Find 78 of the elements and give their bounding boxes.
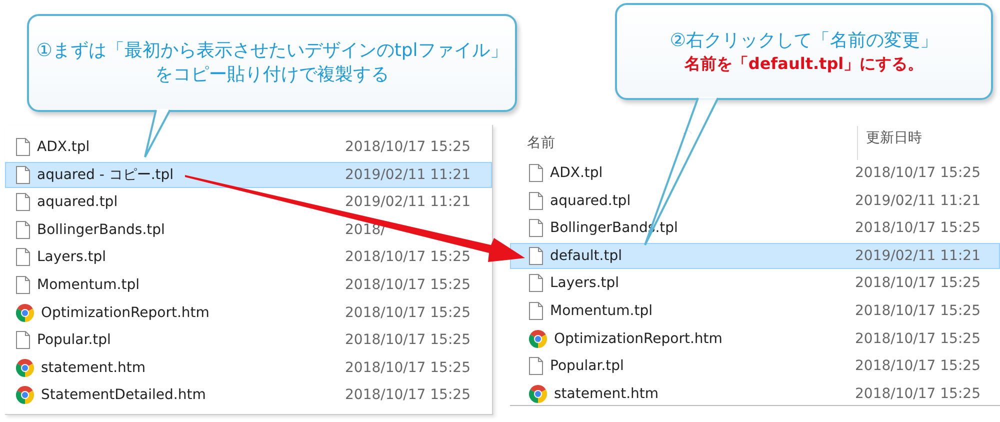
file-name: BollingerBands.tpl bbox=[37, 222, 166, 238]
modified-date: 2018/10/17 15:25 bbox=[345, 276, 470, 293]
column-header[interactable]: 更新日時 bbox=[857, 126, 922, 160]
file-row[interactable]: OptimizationReport.htm 2018/10/17 15:25 bbox=[5, 300, 492, 326]
file-row[interactable]: default.tpl 2019/02/11 11:21 bbox=[510, 242, 1000, 269]
modified-date: 2018/10/17 15:25 bbox=[345, 139, 470, 155]
document-icon bbox=[529, 219, 543, 238]
modified-date: 2019/02/11 11:21 bbox=[855, 192, 980, 209]
file-row[interactable]: ADX.tpl 2018/10/17 15:25 bbox=[510, 160, 1000, 186]
document-icon bbox=[529, 274, 543, 292]
file-name: OptimizationReport.htm bbox=[41, 304, 210, 321]
file-name: Layers.tpl bbox=[37, 249, 108, 266]
file-row[interactable]: statement.htm 2018/10/17 15:25 bbox=[5, 354, 492, 381]
modified-date: 2018/10/17 15:25 bbox=[345, 249, 470, 266]
modified-date: 2018/10/17 15:25 bbox=[855, 275, 980, 292]
file-row[interactable]: OptimizationReport.htm 2018/10/17 15:25 bbox=[510, 326, 1000, 352]
file-name: Layers.tpl bbox=[550, 275, 620, 292]
file-name: Popular.tpl bbox=[550, 358, 625, 374]
file-name: OptimizationReport.htm bbox=[554, 330, 724, 347]
document-icon bbox=[529, 192, 543, 210]
file-row[interactable]: Popular.tpl 2018/10/17 15:25 bbox=[5, 327, 492, 354]
file-name: aquared.tpl bbox=[37, 194, 119, 210]
modified-date: 2018/10/17 15:25 bbox=[855, 220, 980, 236]
file-row[interactable]: ADX.tpl 2018/10/17 15:25 bbox=[5, 134, 492, 160]
modified-date: 2019/02/11 11:21 bbox=[345, 194, 470, 210]
file-name: ADX.tpl bbox=[550, 165, 604, 181]
file-name: statement.htm bbox=[41, 360, 147, 376]
callout-text: ②右クリックして「名前の変更」 bbox=[670, 30, 938, 52]
modified-date: 2019/02/11 11:21 bbox=[855, 248, 980, 264]
modified-date: 2018/10/17 15:25 bbox=[345, 360, 470, 376]
modified-date: 2018/10/17 15:25 bbox=[855, 386, 980, 402]
file-row[interactable]: aquared.tpl 2019/02/11 11:21 bbox=[510, 188, 1000, 214]
document-icon bbox=[16, 166, 30, 184]
browser-icon bbox=[529, 330, 547, 348]
file-name: aquared.tpl bbox=[550, 192, 632, 209]
file-name: Momentum.tpl bbox=[550, 302, 654, 319]
document-icon bbox=[16, 276, 30, 294]
browser-icon bbox=[529, 384, 547, 403]
document-icon bbox=[16, 248, 30, 266]
document-icon bbox=[16, 193, 30, 212]
document-icon bbox=[529, 302, 543, 320]
file-row[interactable]: Layers.tpl 2018/10/17 15:25 bbox=[510, 270, 1000, 296]
document-icon bbox=[529, 357, 543, 376]
document-icon bbox=[16, 220, 30, 239]
modified-date: 2018/10/17 15:25 bbox=[345, 387, 470, 404]
modified-date: 2018/10/17 15:25 bbox=[855, 330, 980, 347]
modified-date: 2018/10/17 15:25 bbox=[855, 165, 980, 181]
browser-icon bbox=[16, 358, 34, 377]
file-row[interactable]: StatementDetailed.htm 2018/10/17 15:25 bbox=[5, 382, 492, 408]
file-row[interactable]: Layers.tpl 2018/10/17 15:25 bbox=[5, 244, 492, 270]
modified-date: 2018/10/17 15:25 bbox=[855, 302, 980, 319]
file-row[interactable]: aquared.tpl 2019/02/11 11:21 bbox=[5, 189, 492, 216]
document-icon bbox=[16, 138, 30, 156]
file-name: default.tpl bbox=[550, 248, 623, 264]
document-icon bbox=[16, 331, 30, 350]
file-row[interactable]: Popular.tpl 2018/10/17 15:25 bbox=[510, 353, 1000, 380]
browser-icon bbox=[16, 304, 34, 322]
file-name: Momentum.tpl bbox=[37, 276, 140, 293]
modified-date: 2018/10/17 15:25 bbox=[345, 332, 470, 348]
callout-text: をコピー貼り付けで複製する bbox=[155, 64, 389, 86]
file-name: aquared - コピー.tpl bbox=[37, 166, 175, 184]
modified-date: 2019/02/11 11:21 bbox=[345, 166, 470, 183]
document-icon bbox=[529, 164, 543, 182]
file-row[interactable]: aquared - コピー.tpl 2019/02/11 11:21 bbox=[5, 162, 492, 188]
file-name: StatementDetailed.htm bbox=[41, 387, 207, 404]
column-header[interactable]: 名前 bbox=[527, 134, 857, 152]
file-name: Popular.tpl bbox=[37, 332, 112, 348]
file-row[interactable]: Momentum.tpl 2018/10/17 15:25 bbox=[5, 272, 492, 298]
callout-text: 名前を「default.tpl」にする。 bbox=[684, 54, 924, 73]
file-name: statement.htm bbox=[554, 386, 660, 402]
file-row[interactable]: Momentum.tpl 2018/10/17 15:25 bbox=[510, 298, 1000, 324]
file-row[interactable]: statement.htm 2018/10/17 15:25 bbox=[510, 380, 1000, 407]
file-name: ADX.tpl bbox=[37, 139, 91, 155]
browser-icon bbox=[16, 386, 34, 404]
document-icon bbox=[529, 246, 543, 265]
modified-date: 2018/10/17 15:25 bbox=[345, 304, 470, 321]
callout-text: ①まずは「最初から表示させたいデザインのtplファイル」 bbox=[36, 40, 508, 62]
modified-date: 2018/10/17 15:25 bbox=[855, 358, 980, 374]
